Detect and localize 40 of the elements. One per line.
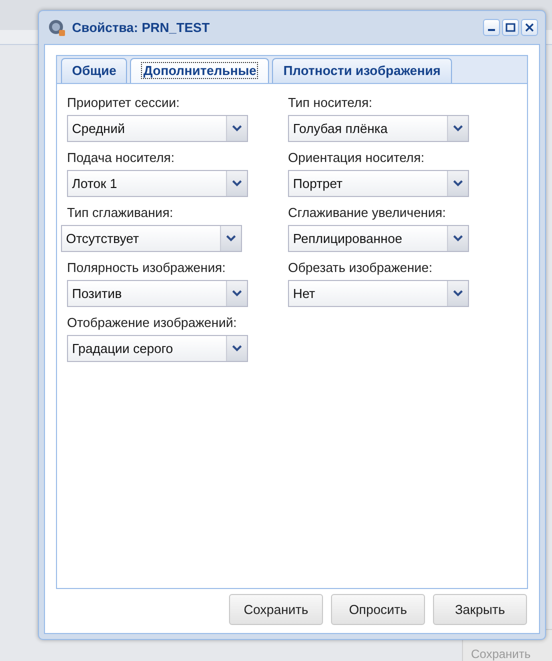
close-icon — [524, 22, 535, 33]
field-label: Обрезать изображение: — [288, 259, 434, 276]
field-label: Приоритет сессии: — [67, 94, 181, 111]
maximize-button[interactable] — [502, 19, 519, 36]
window-title: Свойства: PRN_TEST — [72, 18, 211, 37]
field-label: Тип носителя: — [288, 94, 374, 111]
minimize-icon — [488, 29, 495, 31]
maximize-icon — [505, 22, 516, 33]
field-label: Сглаживание увеличения: — [288, 204, 447, 221]
dropdown-field[interactable]: Средний — [67, 115, 248, 142]
tab[interactable]: Дополнительные — [130, 58, 270, 83]
field-label: Отображение изображений: — [67, 314, 238, 331]
tab[interactable]: Плотности изображения — [272, 58, 452, 83]
dropdown-field[interactable]: Отсутствует — [61, 225, 242, 252]
dropdown-field[interactable]: Нет — [288, 280, 469, 307]
dropdown-field[interactable]: Лоток 1 — [67, 170, 248, 197]
dropdown-field[interactable]: Позитив — [67, 280, 248, 307]
chevron-down-icon — [453, 125, 463, 132]
dialog-button[interactable]: Закрыть — [433, 594, 527, 625]
chevron-down-icon — [453, 235, 463, 242]
field-label: Ориентация носителя: — [288, 149, 426, 166]
dropdown-field[interactable]: Голубая плёнка — [288, 115, 469, 142]
dropdown-field[interactable]: Портрет — [288, 170, 469, 197]
tab[interactable]: Общие — [61, 58, 128, 83]
dropdown-field[interactable]: Градации серого — [67, 335, 248, 362]
close-button[interactable] — [521, 19, 538, 36]
field-label: Тип сглаживания: — [67, 204, 174, 221]
minimize-button[interactable] — [483, 19, 500, 36]
field-label: Полярность изображения: — [67, 259, 227, 276]
chevron-down-icon — [453, 290, 463, 297]
chevron-down-icon — [232, 290, 242, 297]
field-label: Подача носителя: — [67, 149, 176, 166]
dialog-button[interactable]: Сохранить — [229, 594, 323, 625]
dropdown-field[interactable]: Реплицированное — [288, 225, 469, 252]
dialog-button[interactable]: Опросить — [331, 594, 425, 625]
chevron-down-icon — [453, 180, 463, 187]
chevron-down-icon — [232, 125, 242, 132]
chevron-down-icon — [226, 235, 236, 242]
chevron-down-icon — [232, 180, 242, 187]
chevron-down-icon — [232, 345, 242, 352]
